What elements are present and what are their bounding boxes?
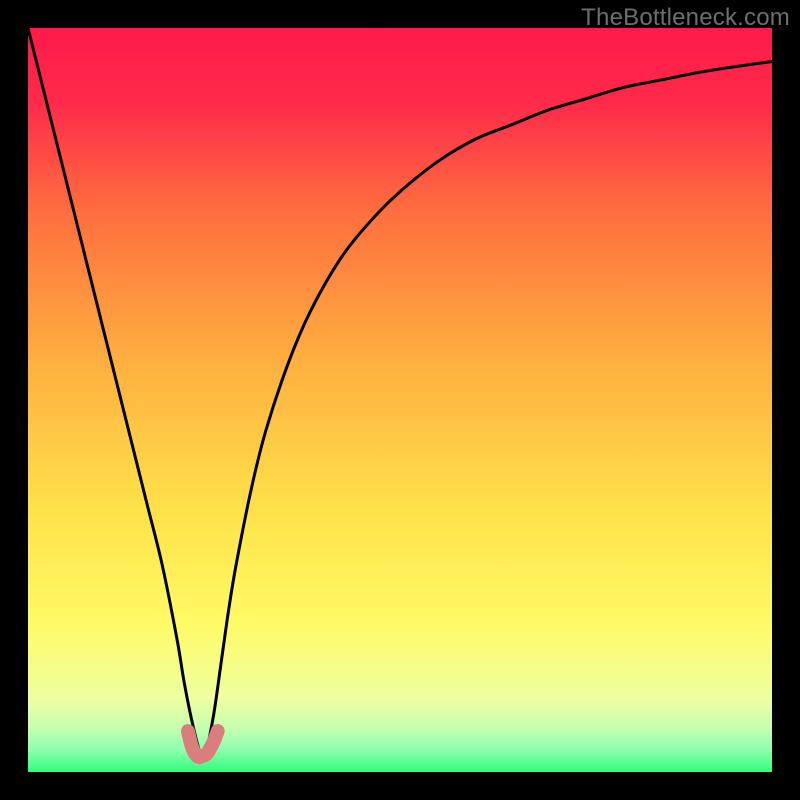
chart-svg (28, 28, 772, 772)
bottleneck-curve (28, 28, 772, 756)
chart-frame (28, 28, 772, 772)
optimal-range-highlight (188, 731, 218, 757)
